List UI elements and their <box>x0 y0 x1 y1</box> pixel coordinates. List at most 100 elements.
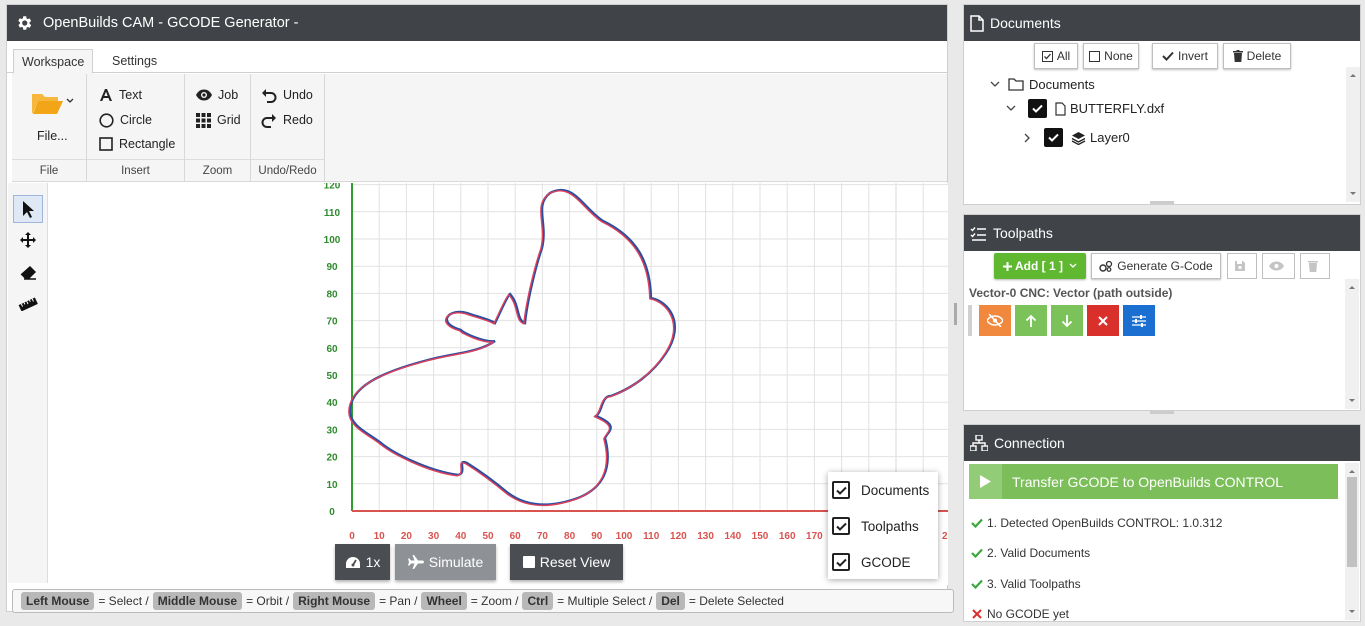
chevron-down-icon <box>990 81 1000 87</box>
status-key: Right Mouse <box>293 592 376 610</box>
toolpath-move-up-button[interactable] <box>1015 305 1047 336</box>
redo-button[interactable]: Redo <box>261 111 313 129</box>
toolpath-item-title[interactable]: Vector-0 CNC: Vector (path outside) <box>969 286 1172 300</box>
plus-icon <box>1003 261 1012 271</box>
transfer-gcode-button[interactable]: Transfer GCODE to OpenBuilds CONTROL <box>969 464 1338 499</box>
check-icon <box>835 522 847 531</box>
generate-gcode-button[interactable]: Generate G-Code <box>1091 253 1221 279</box>
tab-settings[interactable]: Settings <box>104 49 165 73</box>
y-tick-label: 10 <box>326 480 338 491</box>
connection-scrollbar[interactable] <box>1345 463 1359 620</box>
insert-circle-button[interactable]: Circle <box>99 111 152 129</box>
toolpath-drag-handle[interactable] <box>968 305 972 336</box>
check-icon <box>971 548 983 558</box>
x-tick-label: 10 <box>374 531 386 542</box>
save-gcode-button[interactable] <box>1227 253 1257 279</box>
view-gcode-button[interactable] <box>1262 253 1295 279</box>
check-row: 2. Valid Documents <box>971 546 1090 560</box>
checkbox[interactable] <box>832 481 850 499</box>
y-tick-label: 0 <box>329 507 335 518</box>
zoom-grid-button[interactable]: Grid <box>196 111 241 129</box>
gear-icon <box>18 16 32 30</box>
file-open-button[interactable] <box>30 90 74 116</box>
insert-text-label: Text <box>119 88 142 102</box>
toolpaths-resize-handle[interactable] <box>1150 411 1174 414</box>
measure-tool-button[interactable] <box>13 290 43 318</box>
x-tick-label: 60 <box>510 531 522 542</box>
x-tick-label: 40 <box>455 531 467 542</box>
chevron-down-icon <box>66 98 74 103</box>
workspace-plot[interactable]: 12011010090807060504030201000 10 20 30 40 50 6… <box>48 183 948 585</box>
sliders-icon <box>1132 314 1146 327</box>
toolpaths-header: Toolpaths <box>964 215 1360 251</box>
status-key: Wheel <box>421 592 467 610</box>
y-tick-label: 30 <box>326 425 338 436</box>
redo-icon <box>261 113 276 128</box>
list-check-icon <box>970 226 986 241</box>
speed-button[interactable]: 1x <box>335 544 390 580</box>
checkbox[interactable] <box>832 553 850 571</box>
square-icon <box>522 556 535 568</box>
toggle-documents-label: Documents <box>861 482 930 498</box>
documents-panel: Documents All None Invert Delete Documen… <box>963 4 1361 205</box>
toolpath-hide-button[interactable] <box>979 305 1011 336</box>
eraser-tool-button[interactable] <box>13 258 43 286</box>
insert-rectangle-label: Rectangle <box>119 137 176 151</box>
tree-root-label: Documents <box>1029 77 1095 92</box>
file-checkbox[interactable] <box>1028 99 1047 118</box>
insert-circle-label: Circle <box>120 113 152 127</box>
toggle-toolpaths[interactable]: Toolpaths <box>832 513 919 539</box>
save-icon <box>1235 261 1245 271</box>
invert-selection-button[interactable]: Invert <box>1152 43 1218 69</box>
checkbox-empty-icon <box>1089 50 1101 62</box>
move-tool-button[interactable] <box>13 226 43 254</box>
zoom-job-button[interactable]: Job <box>196 86 238 104</box>
add-toolpath-button[interactable]: Add [ 1 ] <box>994 253 1086 279</box>
play-icon <box>980 475 991 488</box>
ribbon-group-file: File... File <box>12 74 87 181</box>
clear-gcode-button[interactable] <box>1300 253 1330 279</box>
scroll-down-icon <box>1349 399 1355 402</box>
folder-open-icon <box>32 94 63 114</box>
connection-header: Connection <box>964 425 1360 461</box>
file-label[interactable]: File... <box>37 129 68 143</box>
reset-view-button[interactable]: Reset View <box>510 544 623 580</box>
toolpath-delete-button[interactable] <box>1087 305 1119 336</box>
x-tick-label: 220 <box>942 531 948 542</box>
app-title: OpenBuilds CAM - GCODE Generator - <box>43 15 299 31</box>
tree-file[interactable]: BUTTERFLY.dxf <box>1006 99 1164 118</box>
delete-documents-button[interactable]: Delete <box>1223 43 1291 69</box>
toggle-gcode[interactable]: GCODE <box>832 549 911 575</box>
status-text: = Zoom / <box>470 594 519 608</box>
toolpath-move-down-button[interactable] <box>1051 305 1083 336</box>
tree-root[interactable]: Documents <box>990 77 1095 92</box>
scroll-thumb[interactable] <box>1347 477 1357 567</box>
cogs-icon <box>1099 260 1113 272</box>
tab-workspace[interactable]: Workspace <box>13 49 94 74</box>
undo-button[interactable]: Undo <box>261 86 313 104</box>
status-text: = Pan / <box>379 594 418 608</box>
insert-group-label: Insert <box>87 159 184 181</box>
folder-icon <box>1008 78 1024 91</box>
layer-checkbox[interactable] <box>1044 128 1063 147</box>
insert-rectangle-button[interactable]: Rectangle <box>99 135 175 153</box>
tree-layer[interactable]: Layer0 <box>1024 128 1130 147</box>
select-none-button[interactable]: None <box>1083 43 1139 69</box>
documents-resize-handle[interactable] <box>1150 201 1174 204</box>
viewport[interactable]: 120 110 100 90 80 70 60 50 40 30 20 10 0 0 10 20 30 40 50 6… <box>8 183 948 585</box>
simulate-button[interactable]: Simulate <box>395 544 496 580</box>
ribbon-group-zoom: Job Grid Zoom <box>185 74 251 181</box>
select-tool-button[interactable] <box>13 195 43 223</box>
eye-icon <box>196 89 212 101</box>
toolpaths-scrollbar[interactable] <box>1345 279 1359 409</box>
check-icon <box>1162 51 1174 61</box>
documents-scrollbar[interactable] <box>1346 67 1360 202</box>
select-all-button[interactable]: All <box>1034 43 1078 69</box>
simulate-label: Simulate <box>428 554 484 570</box>
move-arrows-icon <box>20 232 36 248</box>
toggle-documents[interactable]: Documents <box>832 477 929 503</box>
insert-text-button[interactable]: Text <box>99 86 142 104</box>
panel-splitter[interactable] <box>954 303 957 325</box>
checkbox[interactable] <box>832 517 850 535</box>
toolpath-edit-button[interactable] <box>1123 305 1155 336</box>
